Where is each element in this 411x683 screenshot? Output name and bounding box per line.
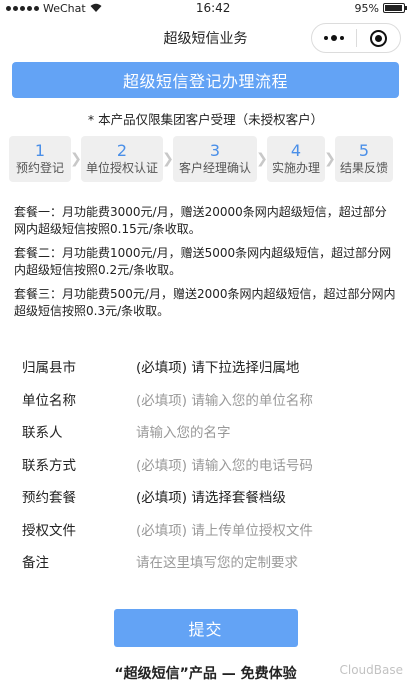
step-3: 3 客户经理确认 bbox=[173, 136, 257, 182]
status-bar: WeChat 16:42 95% bbox=[0, 0, 411, 16]
package-select[interactable]: (必填项) 请选择套餐档级 bbox=[136, 486, 286, 506]
step-number: 5 bbox=[358, 141, 370, 160]
phone-input[interactable]: (必填项) 请输入您的电话号码 bbox=[136, 454, 313, 474]
chevron-right-icon: ❯ bbox=[324, 151, 336, 167]
authorization-upload[interactable]: (必填项) 请上传单位授权文件 bbox=[136, 519, 313, 539]
chevron-right-icon: ❯ bbox=[162, 151, 174, 167]
carrier-label: WeChat bbox=[43, 1, 86, 15]
submit-button[interactable]: 提交 bbox=[113, 608, 298, 647]
mini-program-capsule bbox=[311, 23, 401, 53]
county-label: 归属县市 bbox=[22, 360, 76, 377]
step-1: 1 预约登记 bbox=[9, 136, 71, 182]
package-label: 预约套餐 bbox=[22, 490, 76, 507]
step-number: 1 bbox=[34, 141, 46, 160]
package-3: 套餐三：月功能费500元/月，赠送2000条网内超级短信，超过部分网内超级短信按… bbox=[14, 287, 396, 318]
status-right: 95% bbox=[354, 1, 407, 15]
authorization-label: 授权文件 bbox=[22, 522, 76, 539]
watermark: CloudBase bbox=[339, 663, 404, 677]
form-row-package: 预约套餐 (必填项) 请选择套餐档级 bbox=[0, 480, 411, 513]
package-descriptions: 套餐一：月功能费3000元/月，赠送20000条网内超级短信，超过部分网内超级短… bbox=[14, 204, 397, 320]
package-2: 套餐二：月功能费1000元/月，赠送5000条网内超级短信，超过部分网内超级短信… bbox=[14, 246, 392, 277]
step-label: 预约登记 bbox=[15, 161, 64, 175]
form-row-remarks: 备注 请在这里填写您的定制要求 bbox=[0, 545, 411, 578]
banner-title: 超级短信登记办理流程 bbox=[122, 72, 288, 91]
step-number: 2 bbox=[116, 141, 128, 160]
status-left: WeChat bbox=[6, 2, 102, 15]
chevron-right-icon: ❯ bbox=[256, 151, 268, 167]
step-label: 单位授权认证 bbox=[85, 161, 158, 175]
form-row-contact: 联系人 请输入您的名字 bbox=[0, 415, 411, 448]
step-2: 2 单位授权认证 bbox=[81, 136, 163, 182]
step-number: 4 bbox=[290, 141, 302, 160]
form-row-county: 归属县市 (必填项) 请下拉选择归属地 bbox=[0, 350, 411, 383]
step-label: 实施办理 bbox=[271, 161, 320, 175]
signal-icon bbox=[6, 5, 39, 11]
notice-text: * 本产品仅限集团客户受理（未授权客户） bbox=[87, 112, 324, 127]
registration-form: 归属县市 (必填项) 请下拉选择归属地 单位名称 (必填项) 请输入您的单位名称… bbox=[0, 350, 411, 578]
company-label: 单位名称 bbox=[22, 392, 76, 409]
nav-bar: 超级短信业务 bbox=[0, 16, 411, 60]
contact-label: 联系人 bbox=[22, 425, 63, 442]
step-number: 3 bbox=[209, 141, 221, 160]
more-icon bbox=[323, 35, 344, 41]
step-label: 客户经理确认 bbox=[178, 161, 251, 175]
remarks-input[interactable]: 请在这里填写您的定制要求 bbox=[136, 551, 298, 571]
company-input[interactable]: (必填项) 请输入您的单位名称 bbox=[136, 389, 313, 409]
battery-percent: 95% bbox=[354, 1, 379, 15]
phone-label: 联系方式 bbox=[22, 457, 76, 474]
step-label: 结果反馈 bbox=[339, 161, 388, 175]
form-row-authorization: 授权文件 (必填项) 请上传单位授权文件 bbox=[0, 513, 411, 546]
step-4: 4 实施办理 bbox=[267, 136, 325, 182]
package-1: 套餐一：月功能费3000元/月，赠送20000条网内超级短信，超过部分网内超级短… bbox=[14, 205, 387, 236]
status-time: 16:42 bbox=[195, 1, 231, 15]
header-banner: 超级短信登记办理流程 bbox=[12, 62, 399, 98]
target-close-icon bbox=[369, 29, 387, 47]
form-row-company: 单位名称 (必填项) 请输入您的单位名称 bbox=[0, 383, 411, 416]
battery-fill bbox=[384, 5, 403, 11]
contact-input[interactable]: 请输入您的名字 bbox=[136, 421, 231, 441]
chevron-right-icon: ❯ bbox=[70, 151, 82, 167]
county-select[interactable]: (必填项) 请下拉选择归属地 bbox=[136, 356, 299, 376]
remarks-label: 备注 bbox=[22, 555, 49, 572]
wifi-icon bbox=[90, 2, 102, 15]
form-row-phone: 联系方式 (必填项) 请输入您的电话号码 bbox=[0, 448, 411, 481]
battery-icon bbox=[382, 3, 407, 13]
process-steps: 1 预约登记 ❯ 2 单位授权认证 ❯ 3 客户经理确认 ❯ 4 实施办理 ❯ … bbox=[9, 136, 402, 182]
nav-title: 超级短信业务 bbox=[163, 31, 248, 47]
step-5: 5 结果反馈 bbox=[335, 136, 393, 182]
close-button[interactable] bbox=[357, 24, 401, 52]
more-button[interactable] bbox=[312, 24, 356, 52]
